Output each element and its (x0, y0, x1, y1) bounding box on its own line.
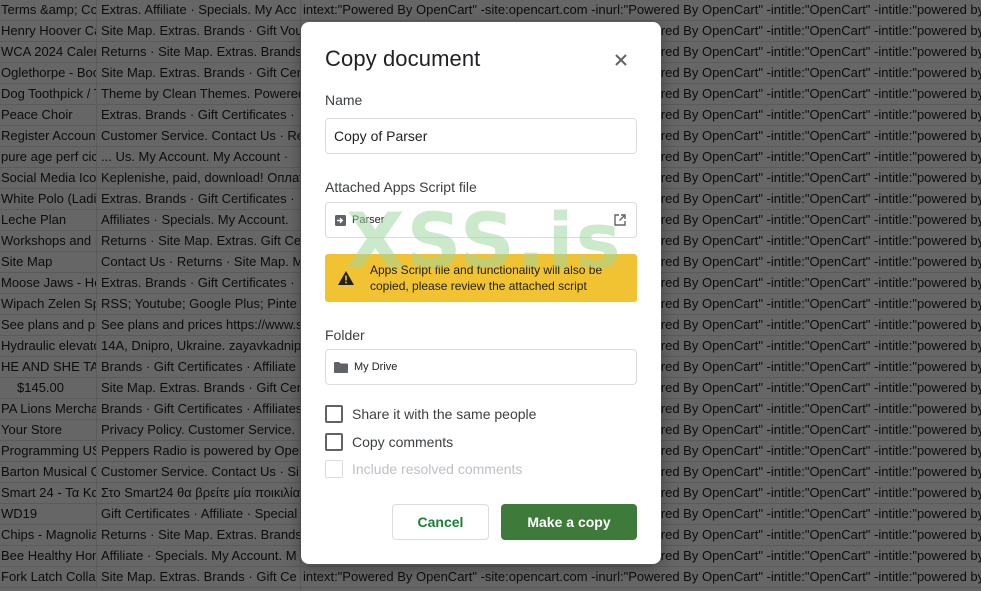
copy-comments-checkbox[interactable] (325, 433, 343, 451)
attached-script-field: Parser (325, 202, 637, 238)
script-label: Attached Apps Script file (325, 179, 477, 195)
folder-icon (334, 361, 348, 373)
resolved-comments-checkbox (325, 460, 343, 478)
copy-comments-option[interactable]: Copy comments (325, 433, 453, 451)
folder-name: My Drive (354, 361, 398, 373)
close-button[interactable] (607, 48, 635, 72)
resolved-comments-label: Include resolved comments (352, 461, 523, 477)
share-option[interactable]: Share it with the same people (325, 405, 536, 423)
resolved-comments-option: Include resolved comments (325, 460, 522, 478)
name-input[interactable] (325, 118, 637, 154)
open-in-new-icon[interactable] (612, 212, 628, 228)
copy-comments-label: Copy comments (352, 434, 454, 450)
warning-text: Apps Script file and functionality will … (370, 262, 602, 294)
dialog-title: Copy document (325, 46, 481, 71)
script-name: Parser (352, 214, 385, 226)
apps-script-icon (334, 214, 346, 226)
share-label: Share it with the same people (352, 406, 537, 422)
copy-document-dialog: Copy document Name Attached Apps Script … (301, 22, 661, 564)
make-a-copy-button[interactable]: Make a copy (501, 504, 637, 540)
cancel-button[interactable]: Cancel (392, 504, 489, 540)
name-label: Name (325, 92, 363, 108)
folder-picker[interactable]: My Drive (325, 349, 637, 385)
folder-label: Folder (325, 327, 365, 343)
close-icon (615, 54, 627, 66)
script-warning-banner: Apps Script file and functionality will … (325, 254, 637, 302)
warning-icon (337, 270, 357, 286)
share-checkbox[interactable] (325, 405, 343, 423)
warning-text-line2: copied, please review the attached scrip… (370, 279, 587, 293)
warning-text-line1: Apps Script file and functionality will … (370, 263, 603, 277)
